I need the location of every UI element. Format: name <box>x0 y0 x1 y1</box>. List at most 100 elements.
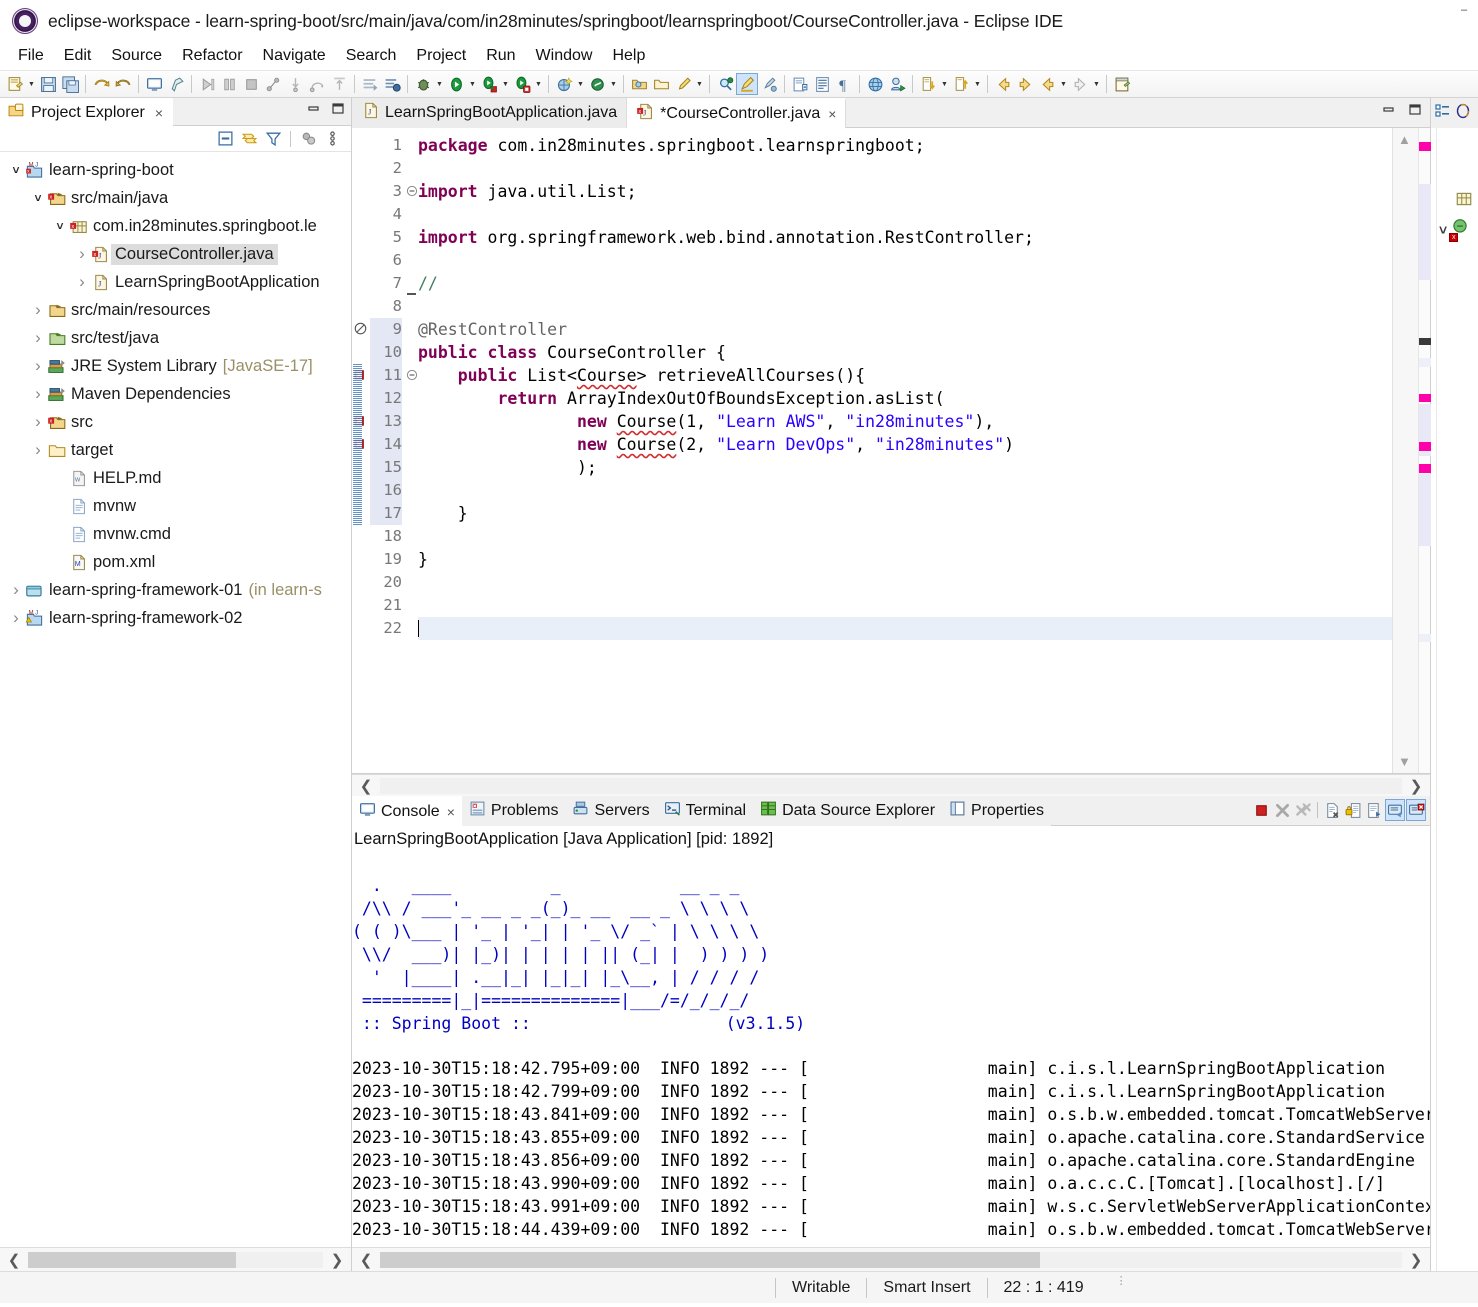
code-line[interactable]: import java.util.List; <box>418 180 1392 203</box>
code-line[interactable]: import org.springframework.web.bind.anno… <box>418 226 1392 249</box>
chevron-down-icon[interactable]: ▼ <box>500 73 511 95</box>
code-line[interactable] <box>418 203 1392 226</box>
hscroll-track[interactable] <box>380 777 1402 794</box>
code-line[interactable]: } <box>418 548 1392 571</box>
tree-item-jre-system-library[interactable]: › JRE System Library [JavaSE-17] <box>0 352 351 380</box>
new-java-project-icon[interactable] <box>789 73 811 95</box>
ruler-error-mark[interactable] <box>1419 394 1431 402</box>
save-all-icon[interactable] <box>59 73 81 95</box>
menu-file[interactable]: File <box>8 45 54 67</box>
boot-dashboard-icon[interactable] <box>586 73 608 95</box>
open-web-browser-icon[interactable] <box>864 73 886 95</box>
outline-icon[interactable] <box>1435 103 1451 124</box>
java-editor[interactable]: 1 2 3 4 5 6 7 8 9 10 11 12 13 14 15 16 17 18 19 20 21 22 pack… <box>352 128 1431 774</box>
scroll-left-icon[interactable]: ❮ <box>352 777 380 795</box>
hscroll-track[interactable] <box>28 1251 323 1268</box>
chevron-down-icon[interactable]: ▼ <box>26 73 37 95</box>
code-line[interactable]: @RestController <box>418 318 1392 341</box>
pin-icon[interactable] <box>165 73 187 95</box>
chevron-down-icon[interactable]: ▼ <box>1058 73 1069 95</box>
hscroll-thumb[interactable] <box>28 1251 236 1268</box>
tree-item-target[interactable]: › target <box>0 436 351 464</box>
clear-console-icon[interactable] <box>1322 799 1342 821</box>
chevron-down-icon[interactable]: ˅ <box>8 163 24 177</box>
terminate-icon[interactable] <box>1251 799 1271 821</box>
link-with-editor-icon[interactable] <box>238 129 260 149</box>
focus-active-task-icon[interactable] <box>297 129 319 149</box>
status-resize-grip[interactable]: ⋮ <box>1100 1275 1144 1298</box>
outline-node-package[interactable] <box>1455 190 1473 213</box>
console-tab-problems[interactable]: Problems <box>462 796 566 826</box>
chevron-down-icon[interactable]: ˅ <box>1439 222 1447 238</box>
scroll-right-icon[interactable]: ❯ <box>1402 777 1430 795</box>
code-line[interactable] <box>418 617 1392 640</box>
open-console-icon[interactable] <box>1406 799 1426 821</box>
next-annotation-icon[interactable] <box>917 73 939 95</box>
fold-toggle-icon[interactable] <box>406 368 418 381</box>
chevron-right-icon[interactable]: › <box>74 244 90 264</box>
editor-tab-coursecontroller-java[interactable]: Jx *CourseController.java × <box>627 98 847 128</box>
code-line[interactable]: public List<Course> retrieveAllCourses()… <box>418 364 1392 387</box>
close-icon[interactable]: × <box>155 105 163 121</box>
editor-hscrollbar[interactable]: ❮ ❯ <box>352 774 1430 796</box>
editor-overview-ruler[interactable] <box>1418 128 1431 773</box>
window-minimize-button[interactable]: – <box>1456 4 1472 18</box>
toggle-step-filters-icon[interactable] <box>381 73 403 95</box>
chevron-right-icon[interactable]: › <box>8 608 24 628</box>
minimize-icon[interactable] <box>1382 103 1396 121</box>
fold-toggle-icon[interactable] <box>406 184 418 197</box>
remove-launch-icon[interactable] <box>1272 799 1292 821</box>
console-tab-console[interactable]: Console × <box>352 796 462 826</box>
toggle-mark-occurrences-icon[interactable] <box>758 73 780 95</box>
tab-project-explorer[interactable]: Project Explorer × <box>0 98 174 126</box>
editor-tab-learnspringbootapplication-java[interactable]: J LearnSpringBootApplication.java <box>352 98 628 128</box>
code-line[interactable] <box>418 295 1392 318</box>
code-line[interactable]: ); <box>418 456 1392 479</box>
tree-item-maven-dependencies[interactable]: › Maven Dependencies <box>0 380 351 408</box>
ruler-error-mark[interactable] <box>1419 442 1431 451</box>
open-type-icon[interactable] <box>628 73 650 95</box>
console-tab-terminal[interactable]: Terminal <box>657 796 753 826</box>
code-line[interactable] <box>418 157 1392 180</box>
menu-window[interactable]: Window <box>526 45 603 67</box>
previous-annotation-icon[interactable] <box>950 73 972 95</box>
ruler-occurrence-mark[interactable] <box>1419 358 1431 367</box>
previous-edit-icon[interactable] <box>1036 73 1058 95</box>
close-icon[interactable]: × <box>447 804 455 820</box>
menu-search[interactable]: Search <box>336 45 407 67</box>
scroll-lock-icon[interactable] <box>1343 799 1363 821</box>
code-line[interactable]: // <box>418 272 1392 295</box>
tree-item-learn-spring-boot[interactable]: ˅ M Jx learn-spring-boot <box>0 156 351 184</box>
back-icon[interactable] <box>992 73 1014 95</box>
hscroll-track[interactable] <box>380 1251 1402 1268</box>
tree-item-src-main-java[interactable]: ˅ x src/main/java <box>0 184 351 212</box>
console-hscrollbar[interactable]: ❮ ❯ <box>352 1247 1430 1271</box>
code-line[interactable] <box>418 525 1392 548</box>
chevron-down-icon[interactable]: ˅ <box>52 219 68 233</box>
tree-item-help-md[interactable]: w HELP.md <box>0 464 351 492</box>
minimize-icon[interactable] <box>307 102 321 120</box>
editor-folding-column[interactable] <box>406 128 418 773</box>
debug-as-server-icon[interactable] <box>511 73 533 95</box>
menu-run[interactable]: Run <box>476 45 525 67</box>
chevron-down-icon[interactable]: ▼ <box>939 73 950 95</box>
suspend-icon[interactable] <box>218 73 240 95</box>
scroll-left-icon[interactable]: ❮ <box>352 1251 380 1269</box>
chevron-down-icon[interactable]: ▼ <box>1091 73 1102 95</box>
code-line[interactable]: new Course(2, "Learn DevOps", "in28minut… <box>418 433 1392 456</box>
console-tab-properties[interactable]: Properties <box>942 796 1051 826</box>
tree-item-src-main-resources[interactable]: › src/main/resources <box>0 296 351 324</box>
chevron-down-icon[interactable]: ▼ <box>972 73 983 95</box>
chevron-down-icon[interactable]: ▼ <box>575 73 586 95</box>
tree-item-learn-spring-framework-02[interactable]: › M Jlearn-spring-framework-02 <box>0 604 351 632</box>
chevron-right-icon[interactable]: › <box>30 412 46 432</box>
console-icon[interactable] <box>143 73 165 95</box>
ruler-occurrence-mark[interactable] <box>1419 184 1431 280</box>
quick-access-icon[interactable] <box>672 73 694 95</box>
ruler-occurrence-mark[interactable] <box>1419 634 1431 642</box>
chevron-down-icon[interactable]: ▼ <box>694 73 705 95</box>
console-tab-data-source-explorer[interactable]: Data Source Explorer <box>753 796 942 826</box>
scroll-up-icon[interactable]: ▲ <box>1398 132 1411 147</box>
scroll-left-icon[interactable]: ❮ <box>0 1251 28 1269</box>
outline-tree[interactable]: ˅ x <box>1431 128 1478 1271</box>
